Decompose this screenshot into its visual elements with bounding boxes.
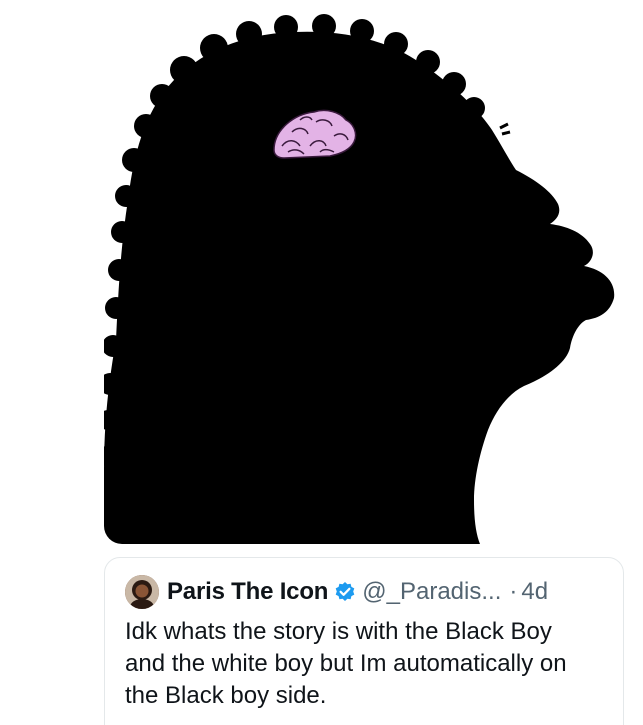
user-handle[interactable]: @_Paradis... (362, 578, 501, 606)
separator-dot: · (509, 578, 518, 605)
user-avatar-icon (125, 575, 159, 609)
tweet-timestamp[interactable]: 4d (521, 578, 548, 606)
verified-badge-icon (334, 581, 356, 603)
avatar[interactable] (125, 575, 159, 609)
display-name[interactable]: Paris The Icon (167, 578, 328, 606)
silhouette-image (104, 0, 624, 544)
tweet-media-image[interactable] (104, 0, 624, 544)
quote-tweet-card[interactable]: Paris The Icon @_Paradis... · 4d Idk wha… (104, 557, 624, 725)
quote-tweet-text: Idk whats the story is with the Black Bo… (125, 618, 567, 709)
quote-tweet-header: Paris The Icon @_Paradis... · 4d (125, 575, 609, 609)
tweet-view: Paris The Icon @_Paradis... · 4d Idk wha… (0, 0, 643, 725)
